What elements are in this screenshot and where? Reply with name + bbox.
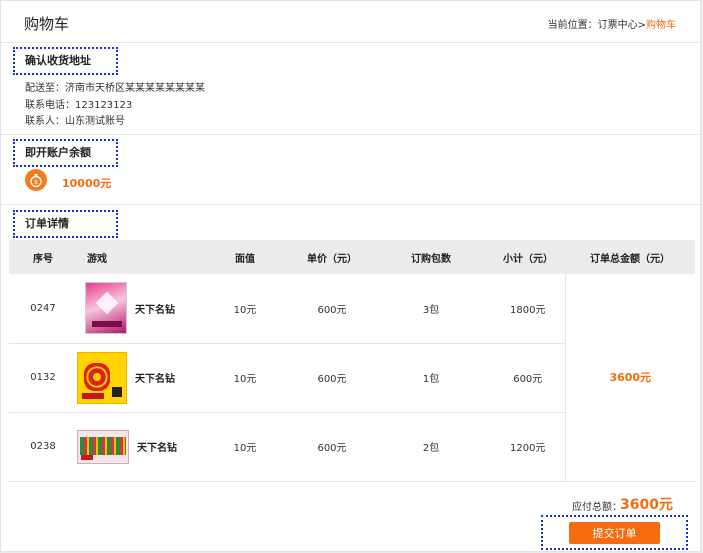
- game-name: 天下名钻: [135, 304, 175, 316]
- pack-quantity: 2包: [371, 412, 491, 482]
- row-number: 0132: [9, 343, 77, 413]
- unit-price: 600元: [293, 412, 371, 482]
- table-row: 0247 天下名钻 10元 600元 3包 1800元 3600元: [9, 274, 695, 482]
- game-name: 天下名钻: [135, 374, 175, 385]
- col-header-unit-price: 单价（元）: [307, 253, 357, 265]
- balance-heading: 即开账户余额: [13, 139, 118, 167]
- unit-price: 600元: [293, 274, 371, 344]
- submit-focus-outline: 提交订单: [541, 515, 688, 550]
- pack-quantity: 1包: [371, 343, 491, 413]
- balance-section: 即开账户余额 $ 10000元: [1, 135, 702, 205]
- breadcrumb-separator: >: [637, 20, 646, 31]
- col-header-order-total: 订单总金额（元）: [590, 253, 670, 265]
- col-header-face-value: 面值: [235, 253, 255, 265]
- balance-amount: 10000元: [62, 177, 112, 190]
- coin-bag-icon: $: [25, 169, 47, 191]
- table-header-row: 序号 游戏 面值 单价（元） 订购包数 小计（元） 订单总金额（元）: [9, 240, 695, 274]
- order-detail-heading: 订单详情: [13, 210, 118, 238]
- contact-person: 联系人：山东测试账号: [25, 116, 125, 127]
- breadcrumb-ticket-center[interactable]: 订票中心: [598, 20, 638, 31]
- unit-price: 600元: [293, 343, 371, 413]
- game-cell: 天下名钻: [77, 351, 197, 404]
- row-number: 0238: [9, 412, 77, 482]
- page-title: 购物车: [24, 15, 70, 33]
- payable-amount: 3600元: [620, 497, 673, 513]
- top-bar: 购物车 当前位置：订票中心>购物车: [1, 1, 700, 43]
- pack-quantity: 3包: [371, 274, 491, 344]
- breadcrumb: 当前位置：订票中心>购物车: [548, 16, 676, 31]
- ship-to-address: 配送至：济南市天桥区某某某某某某某某: [25, 83, 205, 94]
- breadcrumb-current: 购物车: [646, 20, 676, 31]
- submit-order-button[interactable]: 提交订单: [569, 522, 660, 544]
- col-header-packs: 订购包数: [411, 253, 451, 265]
- ticket-thumbnail[interactable]: [77, 429, 129, 464]
- game-cell: 天下名钻: [77, 429, 197, 464]
- order-detail-section: 订单详情 序号 游戏 面值 单价（元） 订购包数 小计（元） 订单总金额（元） …: [1, 205, 702, 553]
- col-header-game: 游戏: [87, 253, 107, 265]
- cart-page: 购物车 当前位置：订票中心>购物车 确认收货地址 配送至：济南市天桥区某某某某某…: [0, 0, 702, 553]
- game-cell: 天下名钻: [77, 282, 197, 335]
- subtotal: 1200元: [491, 412, 565, 482]
- subtotal: 1800元: [491, 274, 565, 344]
- face-value: 10元: [197, 343, 293, 413]
- address-section: 确认收货地址 配送至：济南市天桥区某某某某某某某某 联系电话：123123123…: [1, 43, 702, 135]
- breadcrumb-prefix: 当前位置：: [547, 20, 598, 31]
- address-heading: 确认收货地址: [13, 47, 118, 75]
- payable-label: 应付总额：: [572, 502, 622, 513]
- order-total-amount: 3600元: [564, 274, 695, 482]
- subtotal: 600元: [491, 343, 565, 413]
- order-table: 序号 游戏 面值 单价（元） 订购包数 小计（元） 订单总金额（元） 0247 …: [9, 240, 695, 482]
- face-value: 10元: [197, 412, 293, 482]
- face-value: 10元: [197, 274, 293, 344]
- col-header-number: 序号: [33, 253, 53, 265]
- col-header-subtotal: 小计（元）: [503, 253, 553, 265]
- row-number: 0247: [9, 274, 77, 344]
- game-name: 天下名钻: [137, 443, 177, 454]
- ticket-thumbnail[interactable]: [85, 282, 127, 335]
- svg-text:$: $: [34, 179, 38, 186]
- contact-phone: 联系电话：123123123: [25, 100, 133, 111]
- ticket-thumbnail[interactable]: [77, 351, 127, 404]
